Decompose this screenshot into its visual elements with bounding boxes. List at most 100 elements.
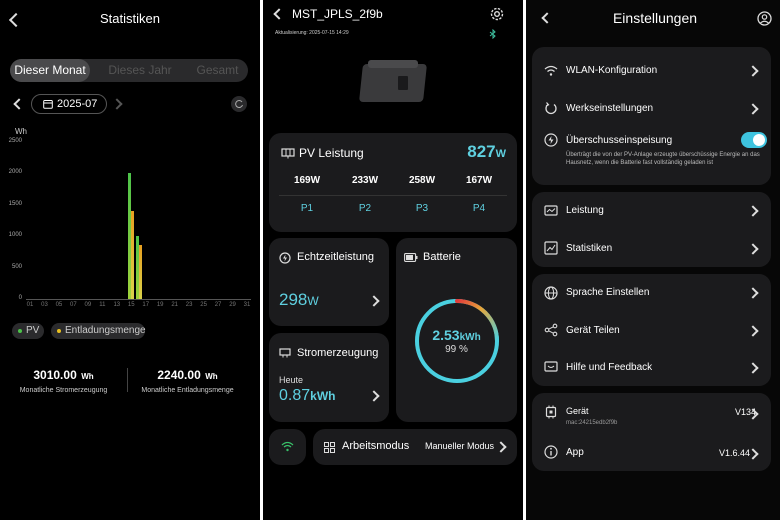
- surplus-feed-toggle[interactable]: [741, 132, 767, 148]
- total-discharge: 2240.00 Wh Monatliche Entladungsmenge: [124, 366, 251, 394]
- tab-total[interactable]: Gesamt: [175, 59, 260, 82]
- pv-total: 827W: [467, 142, 506, 162]
- legend-discharge-label: Entladungsmenge: [65, 325, 146, 336]
- statistics-screen: Statistiken Dieser Monat Dieses Jahr Ges…: [0, 0, 260, 520]
- info-icon: [544, 445, 558, 459]
- pv-channel-4-label: P4: [472, 203, 486, 214]
- settings-item-statistics[interactable]: Statistiken: [532, 234, 771, 262]
- settings-item-app[interactable]: App V1.6.44: [532, 438, 771, 466]
- y-tick-label: 1000: [8, 232, 22, 239]
- settings-item-device[interactable]: Gerät mac:24215edb2f9b V134: [532, 399, 771, 431]
- work-mode-card[interactable]: Arbeitsmodus Manueller Modus: [313, 429, 517, 465]
- settings-item-help[interactable]: Hilfe und Feedback: [532, 353, 771, 381]
- pv-channel-2-label: P2: [358, 203, 372, 214]
- total-generation-label: Monatliche Stromerzeugung: [19, 387, 108, 394]
- previous-month-icon[interactable]: [13, 98, 25, 110]
- refresh-icon: [235, 100, 243, 109]
- realtime-power-card[interactable]: Echtzeitleistung 298W: [269, 238, 389, 326]
- settings-item-power[interactable]: Leistung: [532, 197, 771, 225]
- bar-discharge-16[interactable]: [138, 244, 142, 299]
- y-tick-label: 500: [11, 263, 22, 270]
- x-tick-label: 15: [127, 302, 135, 308]
- wifi-icon: [544, 65, 558, 76]
- x-tick-label: 23: [185, 302, 193, 308]
- chart-icon: [544, 241, 558, 255]
- generation-chevron-icon: [368, 390, 380, 402]
- settings-item-factory-reset[interactable]: Werkseinstellungen: [532, 94, 771, 122]
- period-segmented-control: Dieser Monat Dieses Jahr Gesamt: [10, 59, 248, 82]
- battery-percent: 99 %: [445, 344, 468, 355]
- battery-title: Batterie: [423, 251, 461, 263]
- realtime-power-icon: [279, 252, 291, 264]
- settings-item-device-label: Gerät: [566, 406, 589, 416]
- chip-icon: [545, 405, 557, 419]
- x-tick-label: 31: [243, 302, 251, 308]
- work-mode-value: Manueller Modus: [425, 441, 495, 451]
- monitor-icon: [544, 205, 558, 216]
- x-tick-label: 11: [99, 302, 106, 308]
- pv-power-title: PV Leistung: [299, 146, 364, 160]
- battery-card[interactable]: Batterie 2.53kWh 99 %: [396, 238, 517, 422]
- x-tick-label: 27: [214, 302, 222, 308]
- total-generation-unit: Wh: [81, 372, 94, 381]
- settings-item-power-label: Leistung: [566, 205, 604, 216]
- device-mac: mac:24215edb2f9b: [566, 420, 618, 426]
- feedback-icon: [544, 361, 558, 372]
- pv-channel-4-value: 167W: [465, 175, 493, 186]
- settings-item-app-label: App: [566, 447, 584, 458]
- share-icon: [544, 323, 558, 337]
- generation-card[interactable]: Stromerzeugung Heute 0.87kWh: [269, 333, 389, 422]
- settings-screen: Einstellungen WLAN-Konfiguration Werksei…: [526, 0, 780, 520]
- settings-item-share-device[interactable]: Gerät Teilen: [532, 316, 771, 344]
- x-tick-label: 17: [142, 302, 150, 308]
- work-mode-chevron-icon: [495, 441, 507, 453]
- y-axis-unit: Wh: [15, 127, 27, 136]
- realtime-power-value: 298: [279, 290, 308, 309]
- app-version: V1.6.44: [719, 448, 751, 458]
- y-tick-label: 0: [18, 295, 22, 301]
- solar-panel-icon: [281, 148, 295, 159]
- settings-item-help-label: Hilfe und Feedback: [566, 362, 653, 373]
- bar-discharge-15[interactable]: [131, 211, 135, 299]
- pv-power-card[interactable]: PV Leistung 827W 169W 233W 258W 167W P1 …: [269, 133, 517, 232]
- x-tick-label: 03: [41, 302, 48, 308]
- back-arrow-icon[interactable]: [273, 8, 285, 20]
- share-device-chevron-icon: [747, 325, 759, 337]
- wifi-button[interactable]: [269, 429, 306, 465]
- pv-divider: [279, 195, 507, 196]
- tab-this-month[interactable]: Dieser Monat: [10, 59, 90, 82]
- realtime-power-unit: W: [307, 294, 319, 308]
- pv-channel-3-label: P3: [415, 203, 429, 214]
- pv-total-value: 827: [467, 142, 496, 161]
- lightning-icon: [544, 133, 558, 147]
- total-generation: 3010.00 Wh Monatliche Stromerzeugung: [0, 366, 127, 394]
- account-icon[interactable]: [757, 11, 772, 26]
- refresh-button[interactable]: [231, 96, 247, 112]
- settings-item-wifi[interactable]: WLAN-Konfiguration: [532, 57, 771, 85]
- wifi-icon: [281, 441, 294, 452]
- settings-item-wifi-label: WLAN-Konfiguration: [566, 65, 658, 76]
- total-discharge-label: Monatliche Entladungsmenge: [141, 387, 234, 394]
- x-tick-label: 21: [171, 302, 178, 308]
- last-updated: Aktualisierung: 2025-07-15 14:29: [275, 30, 349, 36]
- bluetooth-icon: [489, 29, 496, 39]
- settings-item-language[interactable]: Sprache Einstellen: [532, 279, 771, 307]
- calendar-icon: [43, 100, 53, 109]
- y-tick-label: 2500: [8, 138, 22, 144]
- total-discharge-value: 2240.00: [157, 368, 201, 382]
- device-screen: MST_JPLS_2f9b Aktualisierung: 2025-07-15…: [263, 0, 523, 520]
- realtime-power-reading: 298W: [279, 290, 319, 310]
- gear-icon[interactable]: [489, 6, 505, 22]
- settings-item-surplus-feed: Überschusseinspeisung Überträgt die von …: [532, 131, 771, 181]
- settings-item-share-device-label: Gerät Teilen: [566, 325, 620, 336]
- x-tick-label: 13: [113, 302, 121, 308]
- power-station-display: [398, 76, 408, 90]
- work-mode-title: Arbeitsmodus: [342, 440, 410, 452]
- next-month-icon[interactable]: [111, 98, 123, 110]
- pv-channel-1-value: 169W: [293, 175, 321, 186]
- settings-group-connectivity: WLAN-Konfiguration Werkseinstellungen Üb…: [532, 47, 771, 185]
- language-chevron-icon: [747, 287, 759, 299]
- settings-group-general: Sprache Einstellen Gerät Teilen Hilfe un…: [532, 274, 771, 386]
- month-picker[interactable]: 2025-07: [31, 94, 107, 114]
- battery-energy-unit: kWh: [459, 332, 481, 343]
